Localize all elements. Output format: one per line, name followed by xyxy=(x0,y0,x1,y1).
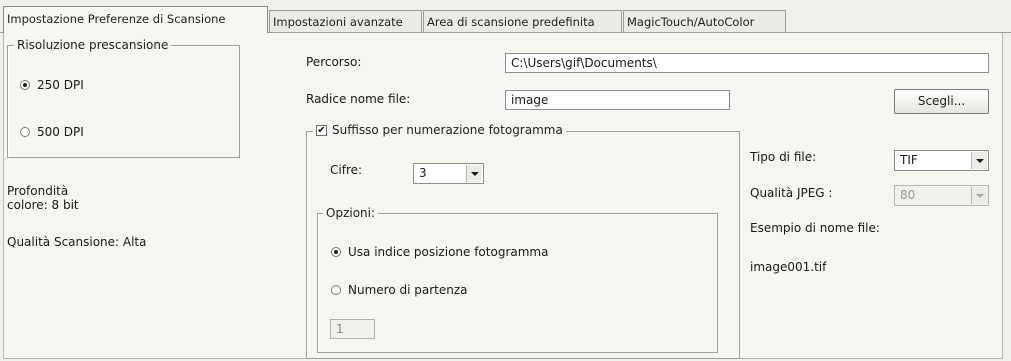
filename-root-field[interactable]: image xyxy=(505,90,730,110)
digits-select-value: 3 xyxy=(419,166,427,180)
start-number-field[interactable]: 1 xyxy=(330,319,375,339)
jpeg-quality-label: Qualità JPEG : xyxy=(750,186,833,200)
digits-select[interactable]: 3 xyxy=(413,163,484,184)
radio-250-dpi[interactable]: 250 DPI xyxy=(20,78,84,92)
jpeg-quality-select[interactable]: 80 xyxy=(894,185,989,206)
file-type-label: Tipo di file: xyxy=(750,150,817,164)
prescan-resolution-group xyxy=(7,45,240,158)
radio-500-dpi[interactable]: 500 DPI xyxy=(20,125,84,139)
jpeg-quality-select-value: 80 xyxy=(900,188,916,202)
tab-magictouch-autocolor[interactable]: MagicTouch/AutoColor xyxy=(623,10,786,32)
tab-advanced-settings[interactable]: Impostazioni avanzate xyxy=(269,10,422,32)
radio-unselected-icon xyxy=(331,285,341,295)
color-depth-label-line2: colore: 8 bit xyxy=(7,198,79,212)
radio-use-frame-index-label: Usa indice posizione fotogramma xyxy=(348,245,549,259)
scan-quality-label: Qualità Scansione: Alta xyxy=(7,235,147,249)
chevron-down-icon[interactable] xyxy=(971,187,987,204)
chevron-down-icon[interactable] xyxy=(971,152,987,169)
radio-500-dpi-label: 500 DPI xyxy=(37,125,84,139)
file-type-select-value: TIF xyxy=(900,153,918,167)
tab-default-scan-area[interactable]: Area di scansione predefinita xyxy=(423,10,622,32)
prescan-resolution-legend: Risoluzione prescansione xyxy=(14,38,172,52)
example-filename-label: Esempio di nome file: xyxy=(750,221,880,235)
radio-selected-icon xyxy=(20,80,30,90)
path-field[interactable]: C:\Users\gif\Documents\ xyxy=(505,53,989,73)
digits-label: Cifre: xyxy=(330,163,363,177)
suffix-checkbox[interactable]: ✔ Suffisso per numerazione fotogramma xyxy=(313,123,566,137)
tab-scan-preferences[interactable]: Impostazione Preferenze di Scansione xyxy=(3,6,268,33)
options-legend: Opzioni: xyxy=(323,206,379,220)
chevron-down-icon[interactable] xyxy=(466,165,482,182)
choose-button[interactable]: Scegli... xyxy=(894,89,989,114)
suffix-checkbox-label: Suffisso per numerazione fotogramma xyxy=(332,123,563,137)
path-label: Percorso: xyxy=(306,55,362,69)
checkbox-checked-icon: ✔ xyxy=(316,124,327,136)
radio-start-number-label: Numero di partenza xyxy=(348,283,468,297)
color-depth-label-line1: Profondità xyxy=(7,184,69,198)
radio-250-dpi-label: 250 DPI xyxy=(37,78,84,92)
file-type-select[interactable]: TIF xyxy=(894,150,989,171)
filename-root-label: Radice nome file: xyxy=(306,92,411,106)
radio-unselected-icon xyxy=(20,127,30,137)
example-filename-value: image001.tif xyxy=(750,260,827,274)
radio-selected-icon xyxy=(331,247,341,257)
tab-bar: Impostazione Preferenze di Scansione Imp… xyxy=(0,0,1011,34)
radio-use-frame-index[interactable]: Usa indice posizione fotogramma xyxy=(331,245,548,259)
radio-start-number[interactable]: Numero di partenza xyxy=(331,283,468,297)
